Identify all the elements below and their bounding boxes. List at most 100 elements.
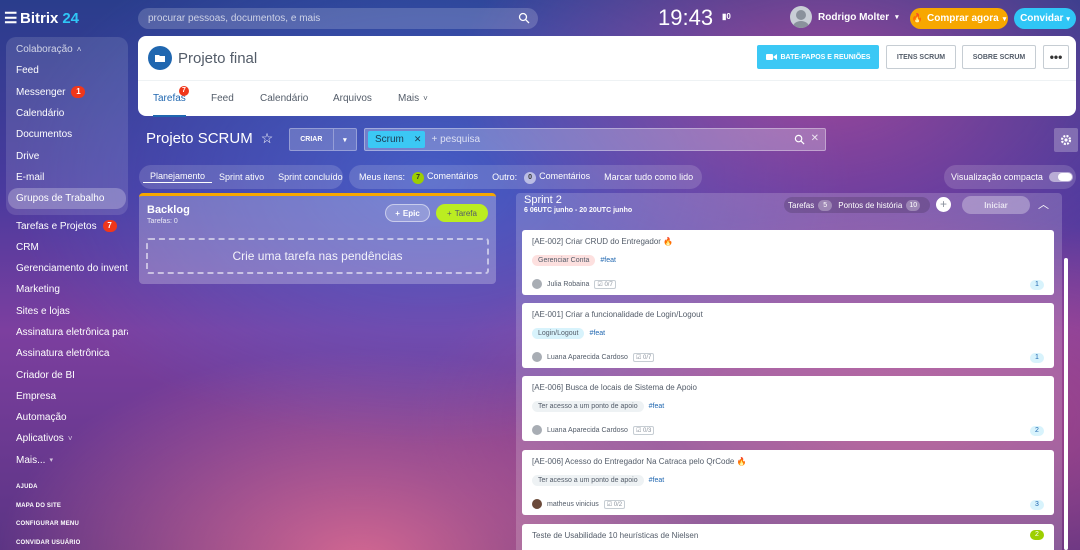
task-card[interactable]: [AE-002] Criar CRUD do Entregador 🔥 Gere…: [522, 230, 1054, 295]
comments-label: Comentários: [539, 170, 591, 181]
task-title[interactable]: [AE-002] Criar CRUD do Entregador 🔥: [532, 237, 673, 246]
scrollbar[interactable]: [1064, 258, 1068, 550]
tab-tasks[interactable]: Tarefas 7: [153, 86, 189, 117]
sidebar-item-workgroups[interactable]: Grupos de Trabalho: [8, 188, 126, 210]
sidebar-item-documents[interactable]: Documentos: [6, 124, 128, 145]
clock[interactable]: 19:43: [658, 5, 713, 31]
hashtag[interactable]: #feat: [600, 257, 616, 264]
sidebar-item-more[interactable]: Mais... ▾: [6, 450, 128, 471]
task-card[interactable]: Teste de Usabilidade 10 heurísticas de N…: [522, 524, 1054, 550]
hashtag[interactable]: #feat: [649, 403, 665, 410]
tab-files[interactable]: Arquivos: [333, 93, 372, 104]
settings-button[interactable]: [1054, 128, 1078, 152]
sidebar-item-applications[interactable]: Aplicativos ˅: [6, 428, 128, 449]
menu-icon[interactable]: ☰: [4, 9, 17, 27]
avatar[interactable]: [790, 6, 812, 28]
sidebar-item-marketing[interactable]: Marketing: [6, 279, 128, 300]
tab-calendar[interactable]: Calendário: [260, 93, 308, 104]
filter-search-placeholder[interactable]: + pesquisa: [431, 134, 480, 145]
filter-chip[interactable]: Scrum ✕: [368, 131, 426, 148]
sidebar-group-toggle[interactable]: Colaboração ˄: [6, 39, 128, 60]
global-search[interactable]: [138, 8, 538, 29]
task-assignee[interactable]: Luana Aparecida Cardoso ☑ 0/7: [532, 352, 655, 362]
story-points-badge[interactable]: 1: [1030, 280, 1044, 290]
epic-tag[interactable]: Login/Logout: [532, 328, 585, 339]
sidebar-item-esign[interactable]: Assinatura eletrônica: [6, 343, 128, 364]
toggle-switch[interactable]: [1048, 172, 1073, 182]
more-options-button[interactable]: •••: [1043, 45, 1069, 69]
about-scrum-button[interactable]: SOBRE SCRUM: [962, 45, 1036, 69]
epic-tag[interactable]: Gerenciar Conta: [532, 255, 596, 266]
sidebar-item-drive[interactable]: Drive: [6, 145, 128, 166]
sidebar-invite-user-link[interactable]: CONVIDAR USUÁRIO: [16, 540, 81, 546]
story-points-badge[interactable]: 2: [1030, 426, 1044, 436]
sidebar-item-automation[interactable]: Automação: [6, 407, 128, 428]
task-card[interactable]: [AE-006] Busca de locais de Sistema de A…: [522, 376, 1054, 441]
plus-icon: +: [395, 208, 400, 218]
hashtag[interactable]: #feat: [589, 330, 605, 337]
user-menu[interactable]: Rodrigo Molter ▾: [790, 6, 899, 28]
story-points-badge[interactable]: 1: [1030, 353, 1044, 363]
sidebar-item-calendar[interactable]: Calendário: [6, 103, 128, 124]
invite-button[interactable]: Convidar ▾: [1014, 8, 1076, 29]
task-card[interactable]: [AE-001] Criar a funcionalidade de Login…: [522, 303, 1054, 368]
add-task-plus-button[interactable]: +: [936, 197, 951, 212]
task-card[interactable]: [AE-006] Acesso do Entregador Na Catraca…: [522, 450, 1054, 515]
chats-meetings-button[interactable]: BATE-PAPOS E REUNIÕES: [757, 45, 879, 69]
task-assignee[interactable]: matheus vinicius ☑ 0/2: [532, 499, 626, 509]
sidebar-item-crm[interactable]: CRM: [6, 237, 128, 258]
search-icon[interactable]: [794, 134, 805, 145]
search-icon[interactable]: [518, 12, 530, 24]
tab-completed-sprint[interactable]: Sprint concluído: [271, 172, 350, 182]
mark-all-read-link[interactable]: Marcar tudo como lido: [597, 172, 700, 182]
task-assignee[interactable]: Luana Aparecida Cardoso ☑ 0/3: [532, 425, 655, 435]
sidebar-help-link[interactable]: AJUDA: [16, 484, 38, 490]
task-title[interactable]: [AE-006] Busca de locais de Sistema de A…: [532, 383, 697, 392]
clear-icon[interactable]: ✕: [811, 133, 819, 144]
close-icon[interactable]: ✕: [414, 134, 422, 145]
sidebar-item-sites[interactable]: Sites e lojas: [6, 301, 128, 322]
sidebar-item-esign-hr[interactable]: Assinatura eletrônica para...: [6, 322, 128, 343]
backlog-drop-zone[interactable]: Crie uma tarefa nas pendências: [146, 238, 489, 274]
hashtag[interactable]: #feat: [649, 477, 665, 484]
sprint-title[interactable]: Sprint 2: [524, 194, 562, 206]
task-title[interactable]: [AE-001] Criar a funcionalidade de Login…: [532, 310, 703, 319]
sidebar-item-feed[interactable]: Feed: [6, 60, 128, 81]
epic-tag[interactable]: Ter acesso a um ponto de apoio: [532, 401, 644, 412]
start-sprint-button[interactable]: Iniciar: [962, 196, 1030, 214]
filter-search[interactable]: Scrum ✕ + pesquisa ✕: [364, 128, 826, 151]
task-assignee[interactable]: Julia Robaina ☑ 0/7: [532, 279, 616, 289]
sidebar-item-bi-builder[interactable]: Criador de BI: [6, 364, 128, 385]
add-epic-button[interactable]: + Epic: [385, 204, 430, 222]
sidebar-item-messenger[interactable]: Messenger 1: [6, 82, 128, 103]
my-comments-counter[interactable]: 7 Comentários: [412, 171, 485, 184]
sidebar-sitemap-link[interactable]: MAPA DO SITE: [16, 503, 61, 509]
collapse-icon[interactable]: ︿: [1038, 196, 1049, 212]
compact-view-toggle[interactable]: Visualização compacta: [944, 165, 1076, 189]
logo[interactable]: ☰ Bitrix 24: [4, 9, 79, 28]
tab-planning[interactable]: Planejamento: [143, 171, 213, 183]
story-points-badge[interactable]: 3: [1030, 500, 1044, 510]
sprint-dates[interactable]: 6 06UTC junho - 20 20UTC junho: [524, 207, 632, 214]
search-input[interactable]: [148, 13, 508, 24]
task-title[interactable]: [AE-006] Acesso do Entregador Na Catraca…: [532, 457, 747, 466]
task-title[interactable]: Teste de Usabilidade 10 heurísticas de N…: [532, 531, 698, 540]
star-icon[interactable]: ☆: [261, 130, 274, 147]
scrum-items-button[interactable]: ITENS SCRUM: [886, 45, 956, 69]
about-scrum-label: SOBRE SCRUM: [972, 53, 1026, 61]
add-task-button[interactable]: + Tarefa: [436, 204, 488, 222]
sidebar-configure-menu-link[interactable]: CONFIGURAR MENU: [16, 521, 79, 527]
sidebar-item-email[interactable]: E-mail: [6, 167, 128, 188]
tab-more[interactable]: Mais ˅: [398, 93, 428, 104]
sidebar-item-tasks[interactable]: Tarefas e Projetos 7: [6, 215, 128, 236]
chevron-down-icon[interactable]: ▾: [332, 129, 356, 150]
sidebar-item-company[interactable]: Empresa: [6, 386, 128, 407]
buy-now-button[interactable]: 🔥 Comprar agora ▾: [910, 8, 1008, 29]
tab-feed[interactable]: Feed: [211, 93, 234, 104]
tab-active-sprint[interactable]: Sprint ativo: [212, 172, 271, 182]
other-comments-counter[interactable]: 0 Comentários: [524, 171, 597, 184]
epic-tag[interactable]: Ter acesso a um ponto de apoio: [532, 475, 644, 486]
sidebar-item-inventory[interactable]: Gerenciamento do invent...: [6, 258, 128, 279]
story-points-badge[interactable]: 2: [1030, 530, 1044, 540]
create-button[interactable]: CRIAR ▾: [289, 128, 357, 151]
